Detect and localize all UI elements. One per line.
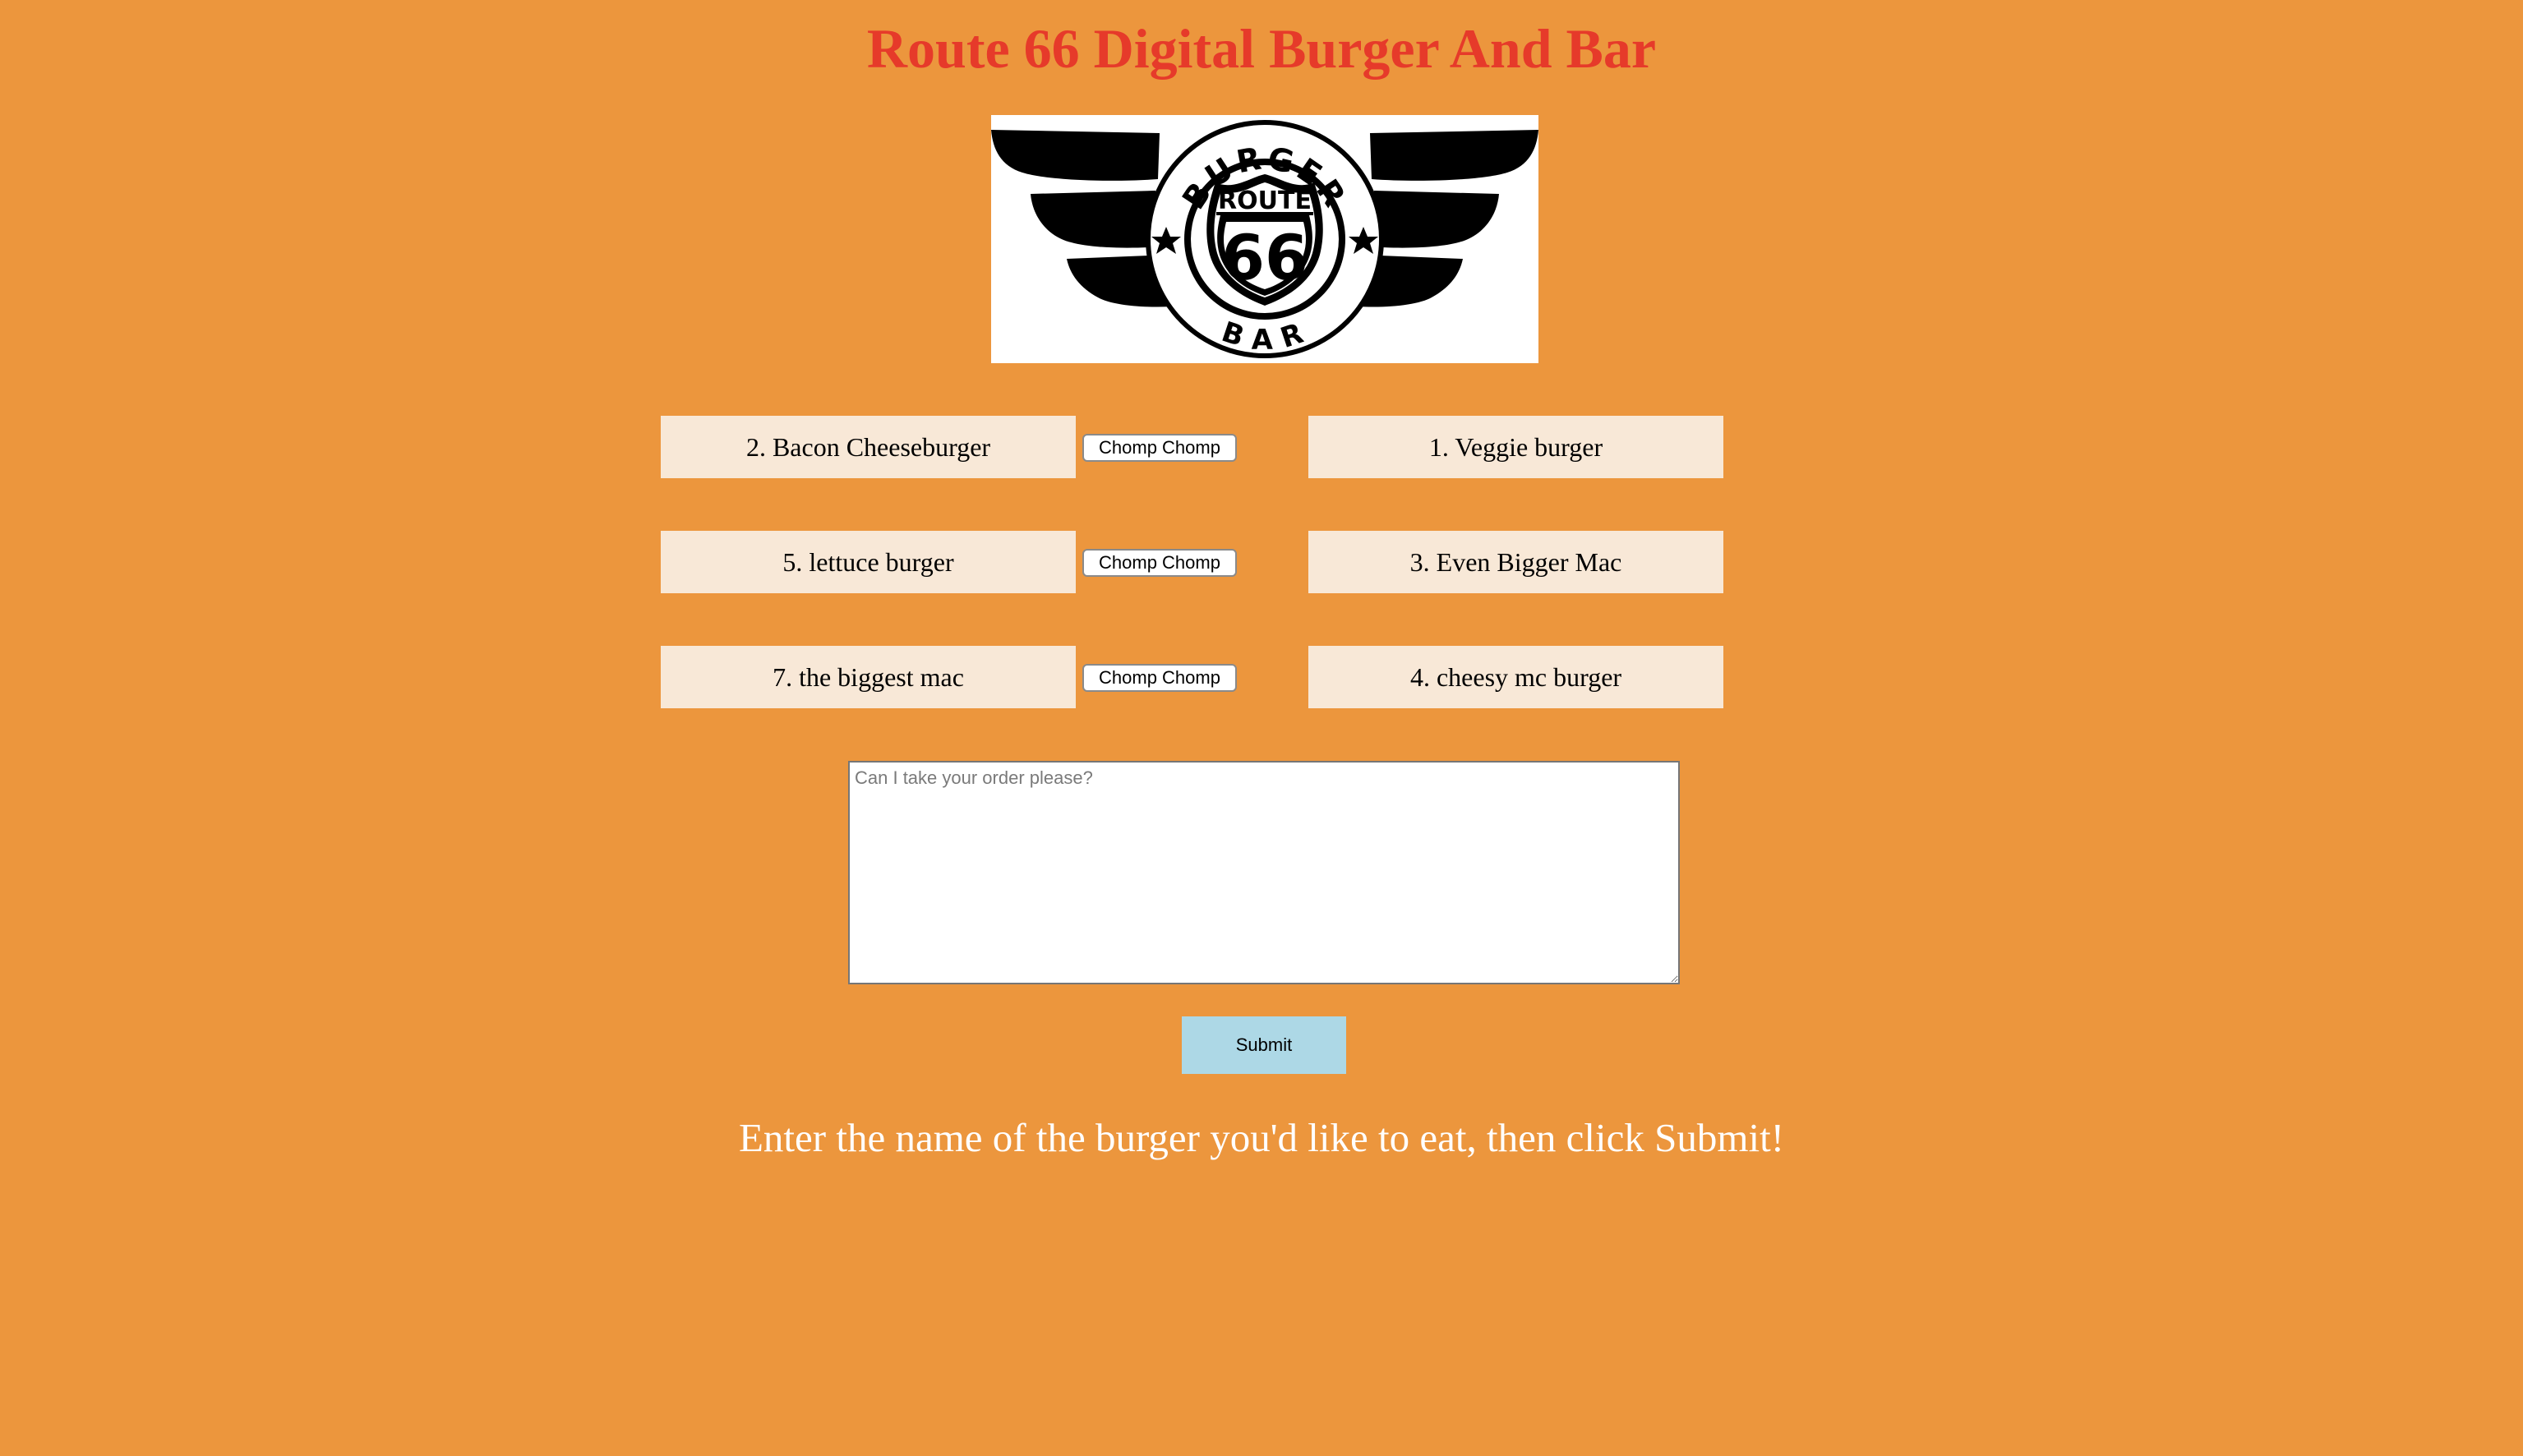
burger-item-eaten: 3. Even Bigger Mac	[1308, 531, 1723, 593]
logo-number: 66	[1221, 221, 1308, 294]
chomp-button[interactable]: Chomp Chomp	[1082, 549, 1237, 577]
burger-item-uneaten: 7. the biggest mac	[661, 646, 1076, 708]
page-title: Route 66 Digital Burger And Bar	[866, 17, 1657, 80]
burger-item-eaten: 4. cheesy mc burger	[1308, 646, 1723, 708]
chomp-button[interactable]: Chomp Chomp	[1082, 434, 1237, 462]
instructions-text: Enter the name of the burger you'd like …	[738, 1115, 1785, 1160]
route66-logo: ROUTE 66 BURGER BAR	[991, 115, 1538, 363]
chomp-button[interactable]: Chomp Chomp	[1082, 664, 1237, 692]
burger-item-eaten: 1. Veggie burger	[1308, 416, 1723, 478]
route66-logo-graphic: ROUTE 66 BURGER BAR	[991, 120, 1538, 358]
submit-button[interactable]: Submit	[1182, 1016, 1346, 1074]
logo-shield-text: ROUTE	[1218, 187, 1312, 215]
order-textarea[interactable]	[848, 761, 1680, 984]
burger-item-uneaten: 2. Bacon Cheeseburger	[661, 416, 1076, 478]
burger-item-uneaten: 5. lettuce burger	[661, 531, 1076, 593]
